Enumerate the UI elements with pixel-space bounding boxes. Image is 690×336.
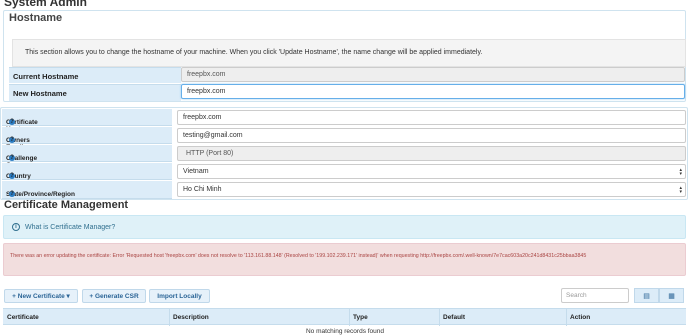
new-hostname-input[interactable]: freepbx.com <box>181 84 685 99</box>
column-description[interactable]: Description <box>173 314 209 321</box>
help-icon[interactable]: ? <box>9 118 15 125</box>
hostname-info-box: This section allows you to change the ho… <box>12 39 686 67</box>
new-hostname-label: New Hostname <box>9 84 181 101</box>
help-icon[interactable]: ? <box>9 172 15 179</box>
country-label: Country? <box>2 163 172 180</box>
select-arrows-icon: ▴ ▾ <box>679 185 682 195</box>
columns-view-icon[interactable]: ▦ <box>659 288 684 303</box>
help-icon[interactable]: ? <box>9 190 15 197</box>
generate-csr-button[interactable]: + Generate CSR <box>82 289 146 303</box>
help-icon[interactable]: ? <box>9 154 15 161</box>
empty-table-message: No matching records found <box>305 328 385 335</box>
help-icon[interactable]: ? <box>9 136 15 143</box>
column-type[interactable]: Type <box>353 314 368 321</box>
country-select-value: Vietnam <box>183 168 209 175</box>
search-input[interactable]: Search <box>561 288 629 303</box>
error-alert: There was an error updating the certific… <box>3 243 686 276</box>
new-hostname-label-text: New Hostname <box>13 89 67 98</box>
page-title: System Admin <box>4 0 87 9</box>
select-arrows-icon: ▴ ▾ <box>679 167 682 177</box>
state-label-text: State/Province/Region <box>6 191 75 198</box>
certificate-form: Certificate Host Name? freepbx.com Owner… <box>0 107 688 200</box>
cert-management-title: Certificate Management <box>4 199 129 211</box>
import-locally-button[interactable]: Import Locally <box>149 289 210 303</box>
hostname-panel-title: Hostname <box>9 12 63 24</box>
state-select[interactable]: Ho Chi Minh ▴ ▾ <box>177 182 686 197</box>
hostname-info-text: This section allows you to change the ho… <box>25 49 483 56</box>
challenge-over-label: Challenge Over? <box>2 145 172 169</box>
state-label: State/Province/Region? <box>2 181 172 199</box>
current-hostname-label: Current Hostname <box>9 67 181 83</box>
country-select[interactable]: Vietnam ▴ ▾ <box>177 164 686 179</box>
what-is-cert-manager-text: What is Certificate Manager? <box>25 224 116 231</box>
error-text: There was an error updating the certific… <box>10 253 587 259</box>
info-icon: i <box>12 223 20 231</box>
hostname-panel: Hostname This section allows you to chan… <box>3 10 686 102</box>
state-select-value: Ho Chi Minh <box>183 186 222 193</box>
owners-email-input[interactable]: testing@gmail.com <box>177 128 686 143</box>
challenge-over-field: HTTP (Port 80) <box>177 146 686 161</box>
column-action[interactable]: Action <box>570 314 590 321</box>
current-hostname-field: freepbx.com <box>181 67 685 82</box>
cert-host-label: Certificate Host Name? <box>2 109 172 140</box>
new-certificate-button[interactable]: + New Certificate ▾ <box>4 289 78 303</box>
current-hostname-label-text: Current Hostname <box>13 72 79 81</box>
column-certificate[interactable]: Certificate <box>7 314 39 321</box>
owners-email-label: Owners Email? <box>2 127 172 151</box>
list-view-icon[interactable]: ▤ <box>634 288 659 303</box>
cert-host-input[interactable]: freepbx.com <box>177 110 686 125</box>
column-default[interactable]: Default <box>443 314 465 321</box>
what-is-cert-manager[interactable]: i What is Certificate Manager? <box>3 215 686 239</box>
table-header: Certificate Description Type Default Act… <box>3 308 686 326</box>
